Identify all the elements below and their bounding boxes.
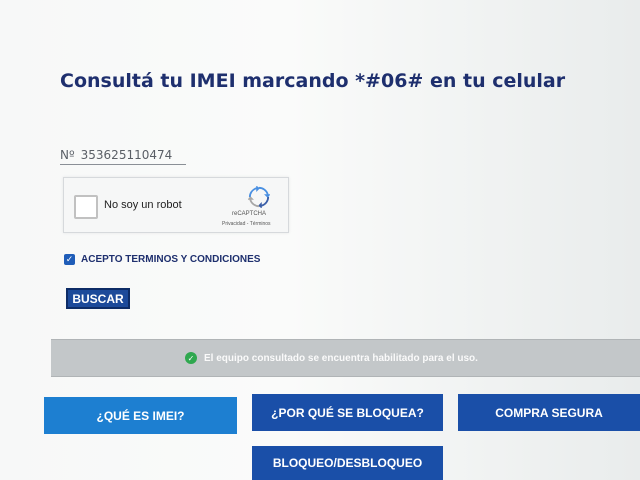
recaptcha-checkbox[interactable] [74, 195, 98, 219]
safe-purchase-button[interactable]: COMPRA SEGURA [458, 394, 640, 431]
search-button[interactable]: BUSCAR [66, 288, 130, 309]
imei-prefix: Nº [60, 148, 75, 162]
why-blocked-button[interactable]: ¿POR QUÉ SE BLOQUEA? [252, 394, 443, 431]
recaptcha-widget: No soy un robot reCAPTCHA Privacidad - T… [63, 177, 289, 233]
check-circle-icon: ✓ [185, 352, 197, 364]
recaptcha-links[interactable]: Privacidad - Términos [222, 221, 271, 227]
terms-label: ACEPTO TERMINOS Y CONDICIONES [81, 254, 261, 265]
imei-value: 353625110474 [80, 148, 173, 162]
terms-row[interactable]: ✓ ACEPTO TERMINOS Y CONDICIONES [64, 254, 260, 265]
terms-checkbox[interactable]: ✓ [64, 254, 75, 265]
page-title: Consultá tu IMEI marcando *#06# en tu ce… [60, 70, 566, 92]
recaptcha-logo-icon [248, 186, 270, 208]
recaptcha-brand: reCAPTCHA [232, 211, 267, 217]
recaptcha-label: No soy un robot [104, 199, 182, 211]
what-is-imei-button[interactable]: ¿QUÉ ES IMEI? [44, 397, 237, 434]
block-unblock-button[interactable]: BLOQUEO/DESBLOQUEO [252, 446, 443, 480]
result-message: El equipo consultado se encuentra habili… [204, 352, 478, 364]
imei-input[interactable]: Nº 353625110474 [60, 146, 186, 165]
result-banner: ✓ El equipo consultado se encuentra habi… [51, 339, 640, 377]
